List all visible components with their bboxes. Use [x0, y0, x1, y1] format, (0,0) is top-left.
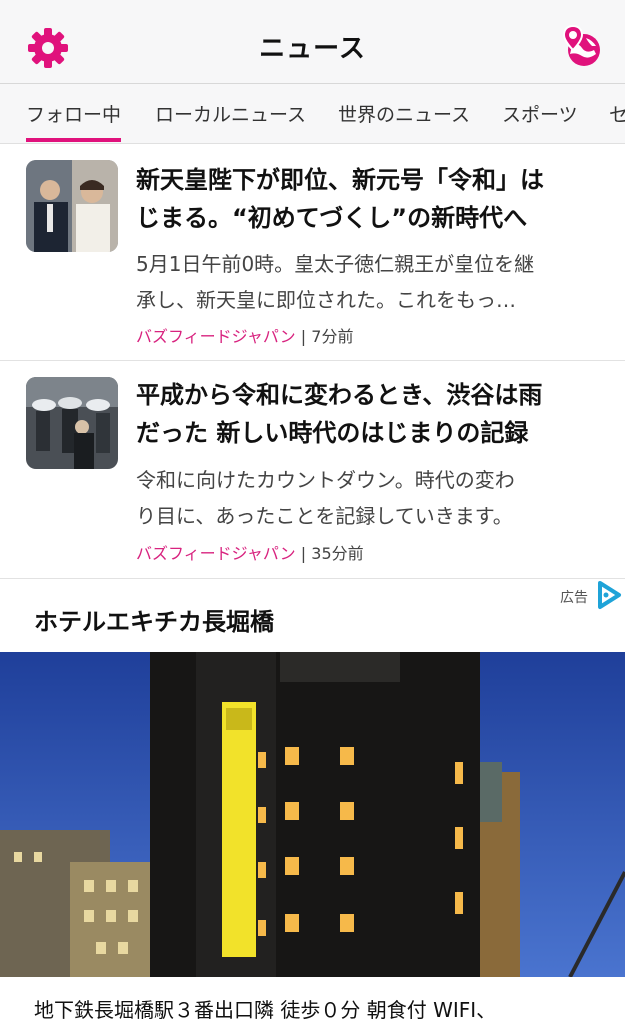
tab-sports[interactable]: スポーツ — [502, 100, 578, 127]
meta-separator: | — [300, 327, 307, 346]
article-source: バズフィードジャパン — [136, 544, 296, 563]
tab-next[interactable]: セ — [609, 100, 625, 127]
active-tab-indicator — [26, 138, 121, 142]
ad-image[interactable] — [0, 652, 625, 977]
article-title: 平成から令和に変わるとき、渋谷は雨 だった 新しい時代のはじまりの記録 — [136, 381, 543, 447]
article-description: 5月1日午前0時。皇太子徳仁親王が皇位を継 承し、新天皇に即位された。これをもっ… — [136, 252, 535, 312]
article-time: 35分前 — [311, 544, 364, 563]
article-meta: バズフィードジャパン | 35分前 — [136, 540, 364, 564]
article-title: 新天皇陛下が即位、新元号「令和」は じまる。“初めてづくし”の新時代へ — [136, 166, 544, 232]
ad-title[interactable]: ホテルエキチカ長堀橋 — [34, 602, 274, 637]
app-header: ニュース — [0, 0, 625, 84]
article-item[interactable]: 新天皇陛下が即位、新元号「令和」は じまる。“初めてづくし”の新時代へ 5月1日… — [0, 145, 625, 361]
article-source: バズフィードジャパン — [136, 327, 296, 346]
globe-pin-icon[interactable] — [562, 24, 602, 68]
article-meta: バズフィードジャパン | 7分前 — [136, 323, 353, 347]
article-item[interactable]: 平成から令和に変わるとき、渋谷は雨 だった 新しい時代のはじまりの記録 令和に向… — [0, 361, 625, 579]
tab-local-news[interactable]: ローカルニュース — [155, 100, 306, 127]
article-thumbnail — [26, 377, 118, 469]
page-title: ニュース — [259, 34, 366, 64]
tab-world-news[interactable]: 世界のニュース — [338, 100, 470, 127]
article-description: 令和に向けたカウントダウン。時代の変わ り目に、あったことを記録していきます。 — [136, 468, 515, 528]
adchoices-icon[interactable] — [596, 580, 622, 610]
article-time: 7分前 — [311, 327, 354, 346]
tab-following[interactable]: フォロー中 — [26, 100, 121, 127]
ad-description: 地下鉄長堀橋駅３番出口隣 徒歩０分 朝食付 WIFI、 — [34, 998, 497, 1022]
ad-label: 広告 — [560, 590, 588, 606]
article-thumbnail — [26, 160, 118, 252]
category-tabs: フォロー中 ローカルニュース 世界のニュース スポーツ セ — [0, 84, 625, 144]
meta-separator: | — [300, 544, 307, 563]
